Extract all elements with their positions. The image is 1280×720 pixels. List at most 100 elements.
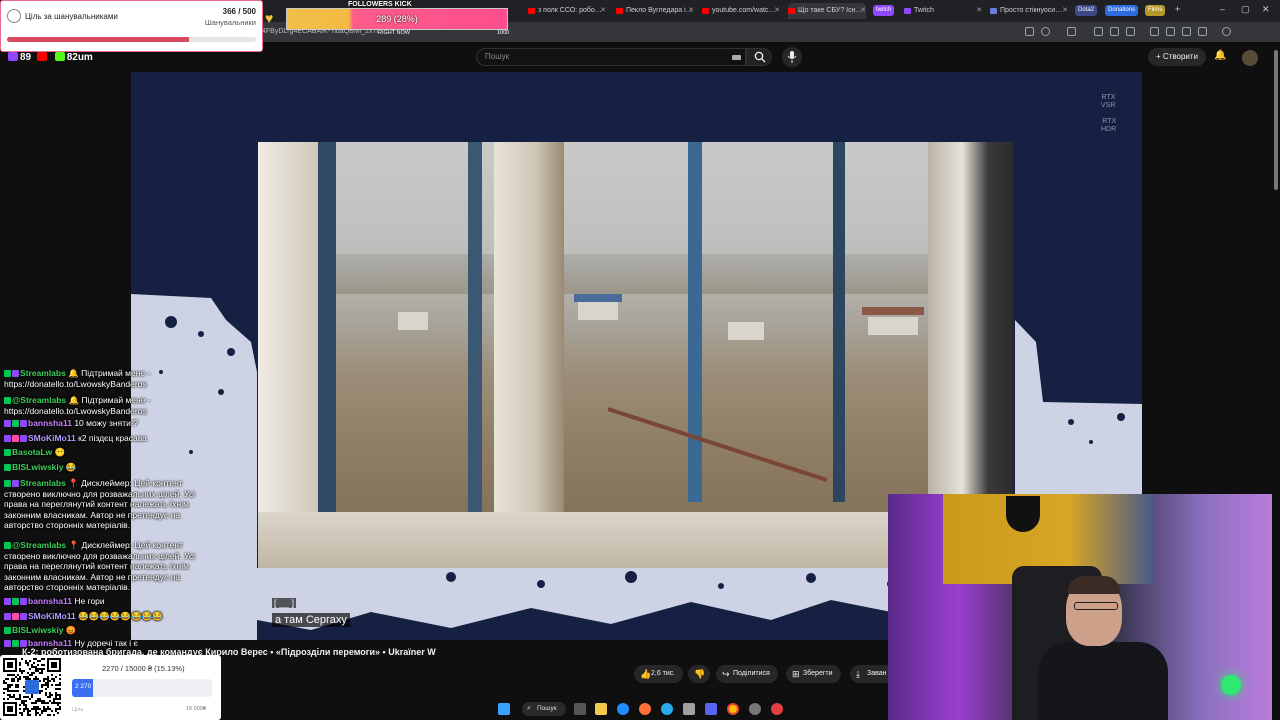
chat-message: BasotaLw 😶 xyxy=(4,447,214,458)
notifications-bell-icon[interactable]: 🔔 xyxy=(1214,50,1226,61)
extension-icon[interactable] xyxy=(1182,27,1191,36)
tab-label: Просто стікнуоси… xyxy=(1000,7,1063,14)
close-icon[interactable]: ✕ xyxy=(600,3,606,19)
tab-group-donations[interactable]: Donations xyxy=(1105,5,1139,16)
edge-icon[interactable] xyxy=(617,703,629,715)
youtube-icon xyxy=(528,8,535,14)
chat-username[interactable]: bannsha11 xyxy=(28,418,72,428)
goal-count: 366 / 500 xyxy=(222,7,256,16)
chat-message: bannsha11 Ну доречі так і є xyxy=(4,638,214,649)
chat-username[interactable]: BISLwiwskiy xyxy=(12,462,64,472)
chrome-icon[interactable] xyxy=(727,703,739,715)
chat-username[interactable]: bannsha11 xyxy=(28,638,72,648)
browser-tab[interactable]: з полк ССО: робо… ✕ xyxy=(528,3,606,19)
screen-cast-icon[interactable] xyxy=(1025,27,1034,36)
wall xyxy=(258,142,318,568)
chat-message: BISLwiwskiy 😡 xyxy=(4,625,214,636)
chat-message: bannsha11 Не гори xyxy=(4,596,214,607)
chat-username[interactable]: SMoKiMo11 xyxy=(28,611,76,621)
telegram-icon[interactable] xyxy=(661,703,673,715)
share-button[interactable]: ↪ Поділитися xyxy=(716,665,778,683)
close-icon[interactable]: ✕ xyxy=(1062,3,1068,19)
chat-badge-icon xyxy=(12,435,19,442)
file-explorer-icon[interactable] xyxy=(595,703,607,715)
search-placeholder: Пошук xyxy=(485,52,510,61)
chat-username[interactable]: BasotaLw xyxy=(12,447,52,457)
chat-message: @Streamlabs 🔔 Підтримай мене - https://d… xyxy=(4,395,214,416)
chat-username[interactable]: Streamlabs xyxy=(20,368,66,378)
keyboard-icon[interactable] xyxy=(732,55,741,60)
chat-username[interactable]: SMoKiMo11 xyxy=(28,433,76,443)
browser-tab[interactable]: Просто стікнуоси… ✕ xyxy=(990,3,1068,19)
chat-text: 😡 xyxy=(65,625,77,635)
chat-username[interactable]: @Streamlabs xyxy=(12,395,66,405)
star-icon[interactable] xyxy=(1041,27,1050,36)
voice-search-button[interactable] xyxy=(782,47,802,67)
extension-icon[interactable] xyxy=(1067,27,1076,36)
close-icon[interactable]: ✕ xyxy=(976,3,982,19)
viewer-counter: 89 82um xyxy=(8,52,93,66)
windows-start-icon[interactable] xyxy=(498,703,510,715)
close-icon[interactable]: ✕ xyxy=(688,3,694,19)
glasses xyxy=(1074,602,1118,610)
maximize-icon[interactable]: ▢ xyxy=(1241,4,1250,15)
puzzle-icon[interactable] xyxy=(1198,27,1207,36)
chat-badge-icon xyxy=(12,640,19,647)
chat-username[interactable]: @Streamlabs xyxy=(12,540,66,550)
kick-icon xyxy=(54,52,65,61)
house xyxy=(578,302,618,320)
thumbs-up-icon: 👍 xyxy=(640,669,652,679)
chat-username[interactable]: Streamlabs xyxy=(20,478,66,488)
obs-icon[interactable] xyxy=(771,703,783,715)
search-button[interactable] xyxy=(746,48,772,66)
chat-message: Streamlabs 📍 Дисклеймер: Цей контент ств… xyxy=(4,478,219,531)
roof xyxy=(574,294,622,302)
tab-group-dota2[interactable]: Dota2 xyxy=(1075,5,1098,16)
browser-tab[interactable]: Пекло Вугледара і… ✕ xyxy=(616,3,694,19)
chat-username[interactable]: BISLwiwskiy xyxy=(12,625,64,635)
twitch-pill[interactable]: twitch xyxy=(873,5,895,16)
browser-tab-active[interactable]: Що таке СБУ? Існ… ✕ xyxy=(788,3,866,19)
horizon xyxy=(258,254,1014,294)
dislike-button[interactable]: 👎 xyxy=(688,665,710,683)
extension-icon[interactable] xyxy=(1166,27,1175,36)
like-count: 2,6 тис. xyxy=(651,670,676,677)
settings-icon[interactable] xyxy=(749,703,761,715)
firefox-icon[interactable] xyxy=(639,703,651,715)
task-view-icon[interactable] xyxy=(574,703,586,715)
chat-message: SMoKiMo11 😂😂😂😂😂😂😂😂 xyxy=(4,611,214,622)
discord-icon[interactable] xyxy=(705,703,717,715)
streamer-torso xyxy=(1038,642,1168,720)
scrollbar-thumb[interactable] xyxy=(1274,50,1278,190)
share-icon: ↪ xyxy=(722,669,730,679)
chat-badge-icon xyxy=(4,627,11,634)
chat-username[interactable]: bannsha11 xyxy=(28,596,72,606)
search-input[interactable]: Пошук xyxy=(476,48,746,66)
browser-tab[interactable]: Twitch ✕ xyxy=(904,3,982,19)
close-icon[interactable]: ✕ xyxy=(774,3,780,19)
twitch-icon xyxy=(8,52,18,61)
avatar[interactable] xyxy=(1242,50,1258,66)
profile-icon[interactable] xyxy=(1222,27,1231,36)
extension-icon[interactable] xyxy=(1126,27,1135,36)
menu-icon[interactable] xyxy=(1244,27,1253,36)
app-icon[interactable] xyxy=(683,703,695,715)
tab-group-films[interactable]: Films xyxy=(1145,5,1166,16)
taskbar-search[interactable]: ⌕ Пошук xyxy=(522,702,566,716)
chat-badge-icon xyxy=(20,640,27,647)
browser-tab[interactable]: youtube.com/watc… ✕ xyxy=(702,3,780,19)
like-button[interactable]: 👍 2,6 тис. xyxy=(634,665,684,683)
extension-icon[interactable] xyxy=(1094,27,1103,36)
extension-icon[interactable] xyxy=(1150,27,1159,36)
close-icon[interactable]: ✕ xyxy=(860,3,866,19)
save-button[interactable]: ⊞ Зберегти xyxy=(786,665,841,683)
close-window-icon[interactable]: ✕ xyxy=(1262,4,1270,15)
window-post xyxy=(833,142,845,502)
windows-taskbar: ⌕ Пошук xyxy=(480,699,800,720)
minimize-icon[interactable]: – xyxy=(1220,4,1225,14)
taskbar-search-label: Пошук xyxy=(537,705,557,712)
create-button[interactable]: + Створити xyxy=(1148,48,1206,66)
youtube-icon xyxy=(36,52,47,61)
new-tab-icon[interactable]: + xyxy=(1175,4,1180,14)
extension-icon[interactable] xyxy=(1110,27,1119,36)
